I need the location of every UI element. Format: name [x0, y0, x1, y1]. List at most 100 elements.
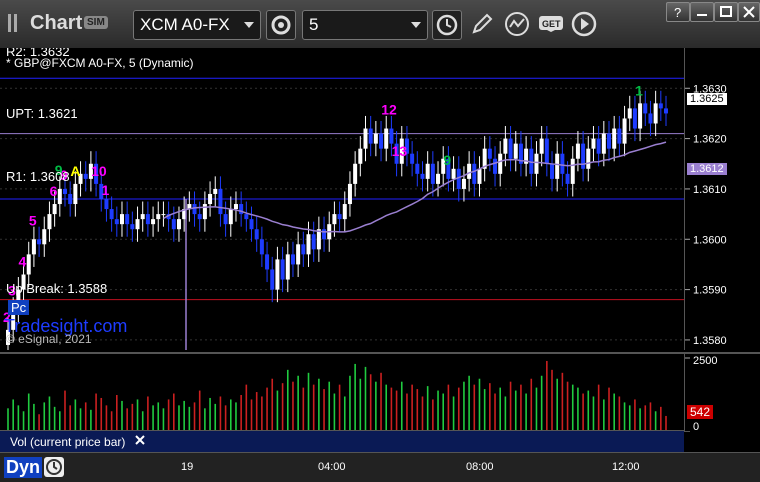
volume-panel[interactable]: [0, 352, 684, 432]
candle-body: [135, 219, 140, 230]
candle-body: [239, 204, 244, 215]
chevron-down-icon: [411, 22, 421, 28]
candle-body: [290, 254, 295, 265]
interval-dropdown[interactable]: 5: [302, 10, 428, 40]
candle-body: [653, 103, 658, 124]
candle-body: [575, 143, 580, 159]
candle-body: [534, 153, 539, 174]
candle-body: [550, 163, 555, 179]
play-icon[interactable]: [570, 10, 598, 38]
time-axis[interactable]: Dyn 19 04:00 08:00 12:00: [0, 452, 760, 482]
ma-value-badge: 1.3612: [687, 163, 727, 175]
candle-body: [125, 214, 130, 225]
study-icon[interactable]: [503, 10, 531, 38]
close-button[interactable]: [738, 2, 760, 22]
candle-body: [145, 214, 150, 225]
candle-body: [104, 199, 109, 210]
drag-grip-icon[interactable]: [8, 14, 17, 32]
candle-body: [37, 239, 42, 245]
candle-body: [26, 254, 31, 275]
candle-body: [233, 204, 238, 210]
candle-body: [109, 209, 114, 220]
clock-icon[interactable]: [44, 457, 64, 477]
svg-text:GET: GET: [542, 19, 561, 29]
candle-body: [332, 214, 337, 225]
candle-body: [202, 204, 207, 220]
price-panel[interactable]: 12 13 1 10 9 A 5 6 9 4 3 2 9 1 R2: 1.3632 * GBP@FXCM …: [0, 48, 684, 350]
candle-body: [601, 133, 606, 154]
candle-body: [622, 118, 627, 144]
svg-text:?: ?: [674, 5, 681, 20]
candle-body: [658, 103, 663, 109]
sequence-marker: 1: [635, 82, 643, 98]
candle-body: [83, 173, 88, 179]
candle-body: [347, 183, 352, 205]
candle-body: [197, 214, 202, 220]
candle-body: [151, 219, 156, 225]
copyright: © eSignal, 2021: [6, 332, 92, 346]
symbol-dropdown[interactable]: XCM A0-FX: [133, 10, 261, 40]
volume-tick-label: 0: [693, 421, 699, 432]
candle-body: [68, 193, 73, 205]
volume-chart-canvas: [7, 360, 667, 432]
candle-body: [140, 214, 145, 220]
app-title: Chart: [30, 12, 83, 34]
get-data-icon[interactable]: GET: [537, 10, 567, 38]
candle-body: [430, 163, 435, 184]
candle-body: [643, 103, 648, 114]
candle-body: [648, 113, 653, 124]
sequence-marker: 10: [91, 163, 107, 179]
candle-body: [218, 188, 223, 215]
dyn-label: Dyn: [4, 457, 43, 478]
candle-body: [285, 254, 290, 280]
candle-body: [461, 178, 466, 189]
candle-body: [228, 209, 233, 225]
candle-body: [161, 214, 166, 216]
candle-body: [581, 143, 586, 169]
candle-body: [249, 219, 254, 230]
candle-body: [379, 133, 384, 149]
minimize-button[interactable]: [690, 2, 714, 22]
candle-body: [451, 168, 456, 179]
candle-body: [358, 148, 363, 164]
sequence-marker: 9: [443, 152, 451, 168]
candle-body: [223, 214, 228, 225]
candle-body: [322, 229, 327, 240]
help-button[interactable]: ?: [666, 2, 690, 22]
close-icon[interactable]: [134, 434, 146, 446]
candle-body: [477, 168, 482, 184]
interval-value: 5: [309, 15, 319, 34]
candle-body: [415, 163, 420, 174]
volume-study-label: Vol (current price bar): [10, 435, 126, 449]
candle-body: [607, 133, 612, 149]
candle-body: [664, 108, 668, 114]
maximize-button[interactable]: [714, 2, 738, 22]
candle-body: [42, 229, 47, 245]
price-tick-label: 1.3590: [693, 285, 727, 297]
settings-gear-icon[interactable]: [266, 10, 296, 40]
study-title: * GBP@FXCM A0-FX, 5 (Dynamic): [6, 56, 194, 70]
candle-body: [119, 214, 124, 225]
p-badge: Pc: [8, 300, 30, 315]
candle-body: [591, 138, 596, 149]
candle-body: [436, 173, 441, 184]
candle-body: [280, 259, 285, 280]
candle-body: [353, 163, 358, 184]
pencil-draw-icon[interactable]: [468, 10, 496, 38]
price-tick-label: 1.3620: [693, 134, 727, 146]
candle-body: [544, 138, 549, 164]
price-axis[interactable]: 1.3630 1.3620 1.3610 1.3600 1.3590 1.3580 1.3…: [684, 48, 760, 350]
volume-axis[interactable]: 2500 0 542: [684, 352, 760, 433]
candle-body: [420, 173, 425, 179]
volume-study-bar: Vol (current price bar): [0, 430, 684, 453]
sequence-marker: 13: [392, 143, 408, 159]
candle-body: [311, 234, 316, 250]
candle-body: [208, 193, 213, 205]
candle-body: [296, 244, 301, 265]
sequence-marker: 5: [29, 212, 37, 228]
clock-icon[interactable]: [432, 10, 462, 40]
price-tick-label: 1.3600: [693, 234, 727, 246]
candle-body: [425, 163, 430, 179]
time-tick: 19: [181, 461, 194, 473]
price-tick-label: 1.3580: [693, 335, 727, 347]
